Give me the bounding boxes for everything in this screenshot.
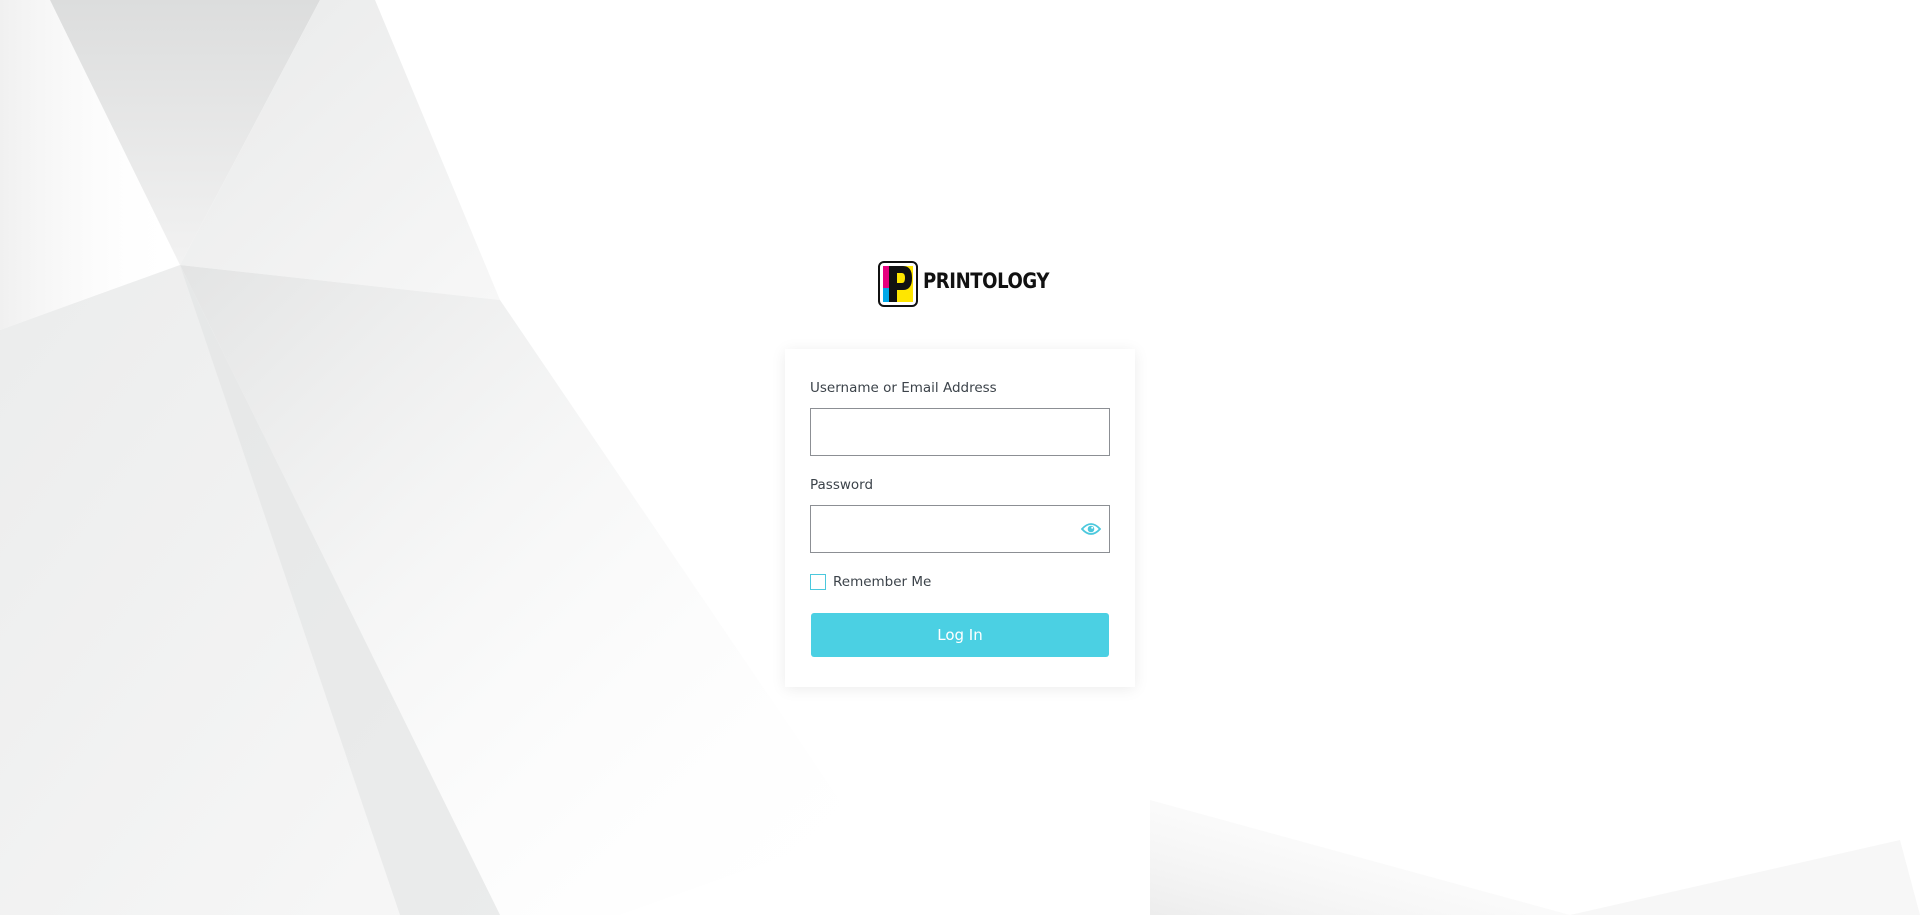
show-password-button[interactable] [1073,511,1109,547]
printology-logo: PRINTOLOGY [878,261,1050,307]
remember-me-checkbox[interactable] [810,574,826,590]
password-input[interactable] [810,505,1110,553]
login-form: Username or Email Address Password Remem… [785,349,1135,687]
remember-me-row: Remember Me [810,573,931,591]
username-label: Username or Email Address [810,380,997,396]
remember-me-label: Remember Me [833,574,932,590]
username-input[interactable] [810,408,1110,456]
log-in-button[interactable]: Log In [811,613,1109,657]
password-label: Password [810,477,874,493]
eye-icon [1081,523,1101,535]
printology-logo-mark [878,261,918,307]
logo-wordmark: PRINTOLOGY [923,269,1050,293]
